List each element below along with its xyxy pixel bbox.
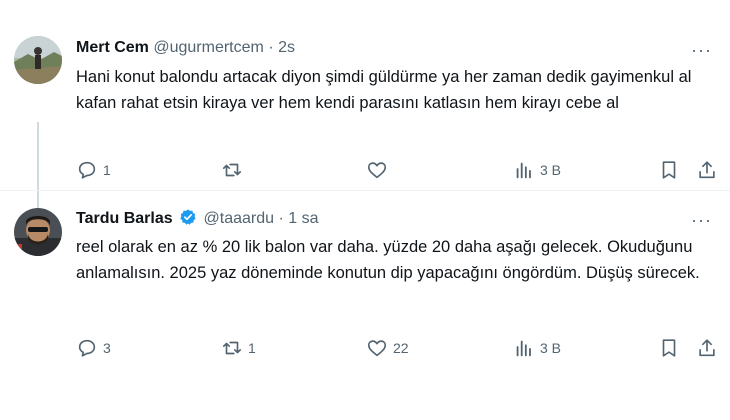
views-count: 3 B [540,340,562,356]
reply-icon [78,339,96,357]
views-button[interactable]: 3 B [513,158,561,182]
share-button[interactable] [696,158,718,182]
retweet-icon [222,163,242,177]
avatar[interactable] [14,208,62,256]
retweet-button[interactable]: 1 [221,336,256,360]
tweet-text: reel olarak en az % 20 lik balon var dah… [76,238,700,282]
analytics-icon [516,162,531,179]
tweet-actions: 3 1 22 3 B [76,336,716,360]
more-options-icon[interactable]: ··· [691,40,712,61]
reply-icon [78,161,96,179]
tweet-2[interactable]: Tardu Barlas @taaardu · 1 sa ··· reel ol… [0,200,730,370]
tweet-actions: 1 3 B [76,158,716,182]
author-handle[interactable]: @ugurmertcem [153,39,264,56]
tweet-header: Mert Cem @ugurmertcem · 2s [76,38,295,58]
bookmark-button[interactable] [658,336,680,360]
share-button[interactable] [696,336,718,360]
bookmark-button[interactable] [658,158,680,182]
reply-count: 3 [103,340,111,356]
avatar[interactable] [14,36,62,84]
views-button[interactable]: 3 B [513,336,561,360]
like-count: 22 [393,340,409,356]
retweet-button[interactable] [221,158,248,182]
more-options-icon[interactable]: ··· [691,210,712,231]
analytics-icon [516,340,531,357]
like-button[interactable] [366,158,393,182]
share-icon [699,339,715,357]
reply-button[interactable]: 1 [76,158,111,182]
verified-badge-icon[interactable] [179,208,197,226]
bookmark-icon [662,161,676,179]
heart-icon [367,162,387,179]
bookmark-icon [662,339,676,357]
tweet-1[interactable]: Mert Cem @ugurmertcem · 2s ··· Hani konu… [0,30,730,210]
reply-count: 1 [103,162,111,178]
separator-dot: · [268,39,274,56]
thread-line [37,122,39,210]
author-name[interactable]: Tardu Barlas [76,210,173,227]
reply-button[interactable]: 3 [76,336,111,360]
tweet-divider [0,190,730,191]
share-icon [699,161,715,179]
author-name[interactable]: Mert Cem [76,39,149,56]
heart-icon [367,340,387,357]
author-handle[interactable]: @taaardu [204,210,275,227]
views-count: 3 B [540,162,562,178]
like-button[interactable]: 22 [366,336,409,360]
tweet-header: Tardu Barlas @taaardu · 1 sa [76,208,319,229]
retweet-count: 1 [248,340,256,356]
separator-dot: · [278,210,284,227]
timestamp[interactable]: 2s [278,39,295,56]
timestamp[interactable]: 1 sa [288,210,318,227]
retweet-icon [222,341,242,355]
tweet-text: Hani konut balondu artacak diyon şimdi g… [76,68,692,112]
